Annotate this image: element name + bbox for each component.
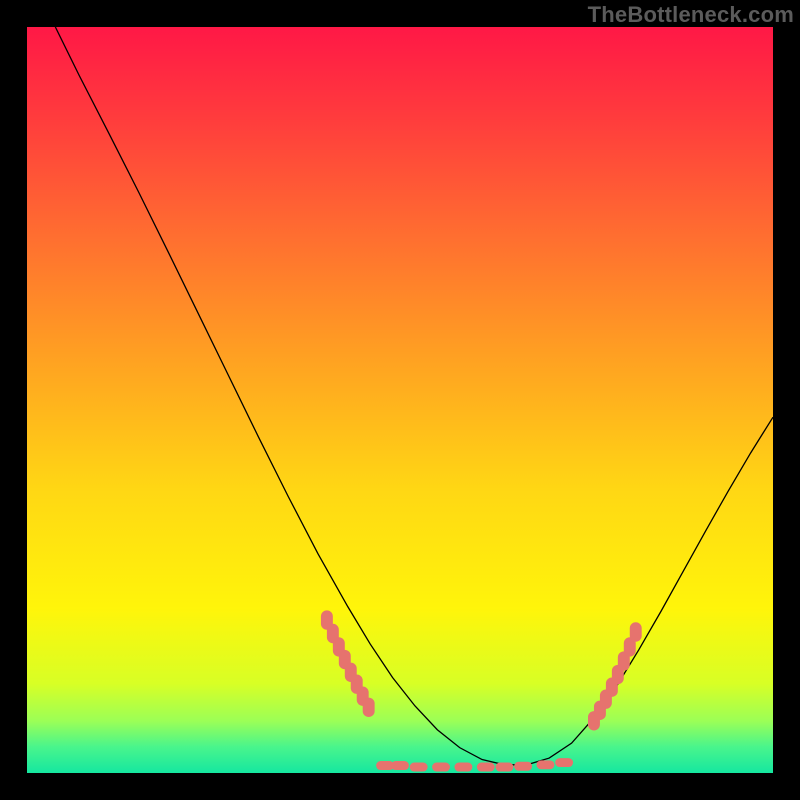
- floor-dash-right-marker: [555, 758, 573, 767]
- floor-dash-right-marker: [495, 763, 513, 772]
- watermark-text: TheBottleneck.com: [588, 2, 794, 28]
- floor-dash-left-marker: [391, 761, 409, 770]
- floor-dash-left-marker: [454, 763, 472, 772]
- right-branch-markers-marker: [630, 622, 642, 641]
- left-branch-markers-marker: [363, 698, 375, 717]
- chart-frame: [27, 27, 773, 773]
- floor-dash-left-marker: [432, 763, 450, 772]
- floor-dash-left-marker: [410, 763, 428, 772]
- bottleneck-curve-chart: [27, 27, 773, 773]
- floor-dash-right-marker: [477, 763, 495, 772]
- gradient-background: [27, 27, 773, 773]
- floor-dash-right-marker: [537, 760, 555, 769]
- floor-dash-right-marker: [514, 762, 532, 771]
